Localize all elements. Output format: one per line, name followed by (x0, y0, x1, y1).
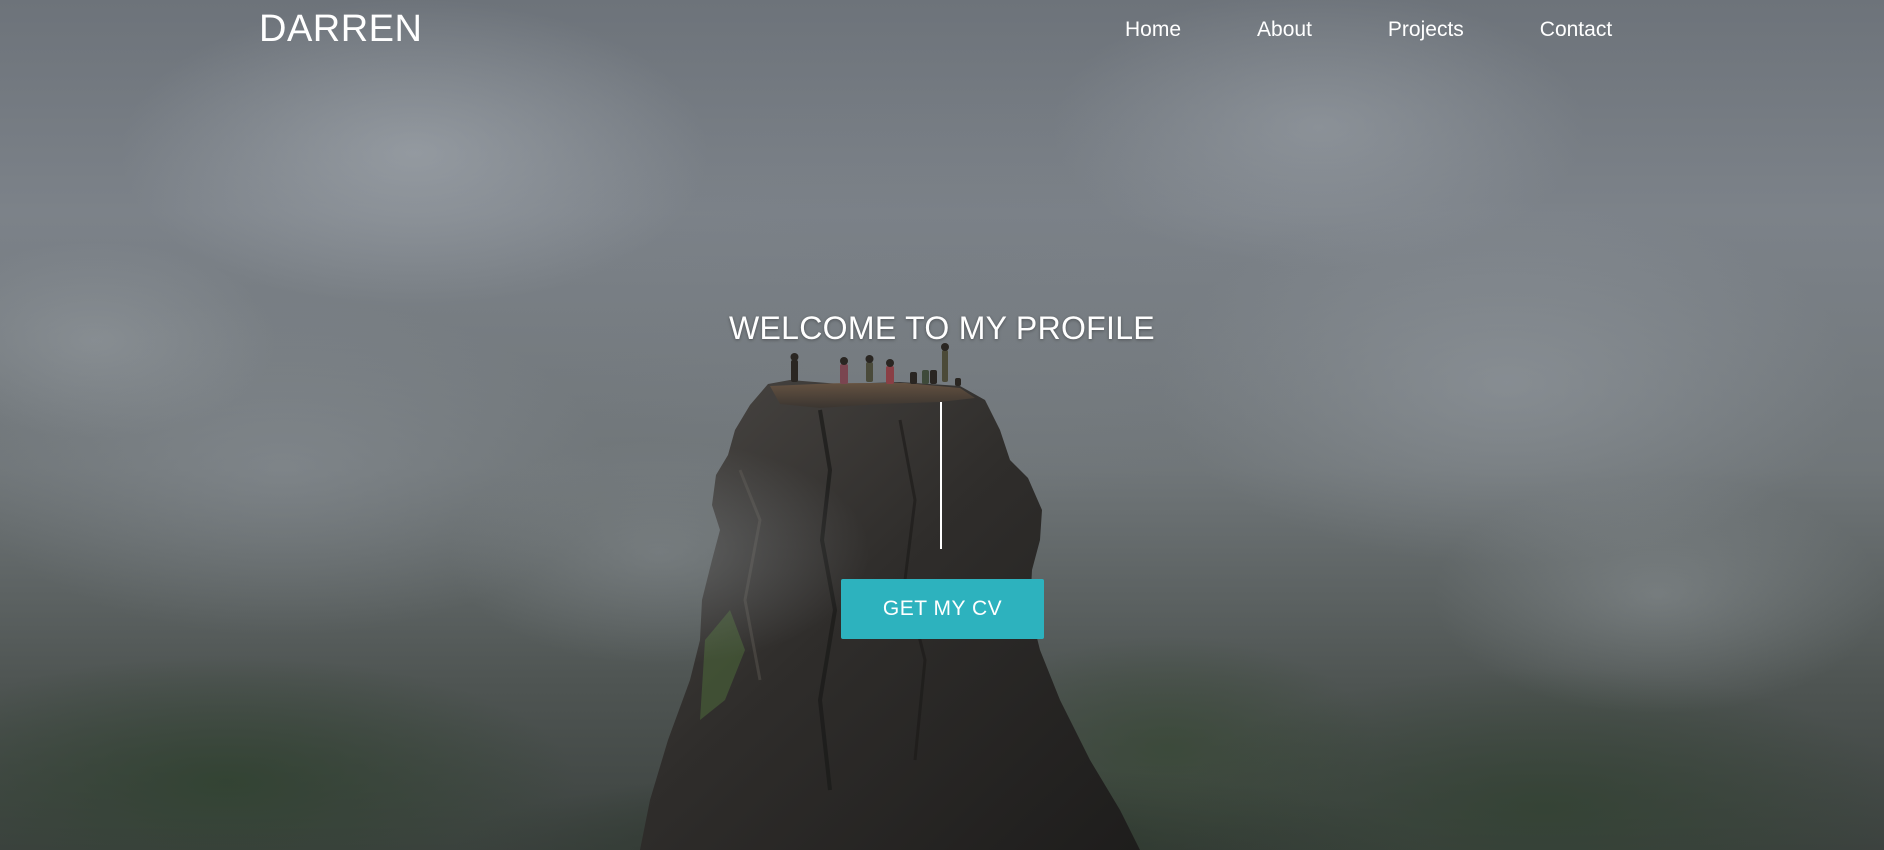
nav-link-about[interactable]: About (1257, 18, 1312, 42)
brand-logo[interactable]: DARREN (259, 8, 422, 51)
get-cv-button[interactable]: GET MY CV (841, 579, 1044, 639)
nav-link-projects[interactable]: Projects (1388, 18, 1464, 42)
hero-section: DARREN Home About Projects Contact WELCO… (0, 0, 1884, 850)
nav-links: Home About Projects Contact (1125, 18, 1612, 42)
hero-heading: WELCOME TO MY PROFILE (729, 310, 1155, 346)
mist-overlay (0, 0, 1884, 850)
nav-link-home[interactable]: Home (1125, 18, 1181, 42)
top-navbar: DARREN Home About Projects Contact (0, 0, 1884, 62)
nav-link-contact[interactable]: Contact (1540, 18, 1612, 42)
vertical-divider (940, 402, 942, 549)
